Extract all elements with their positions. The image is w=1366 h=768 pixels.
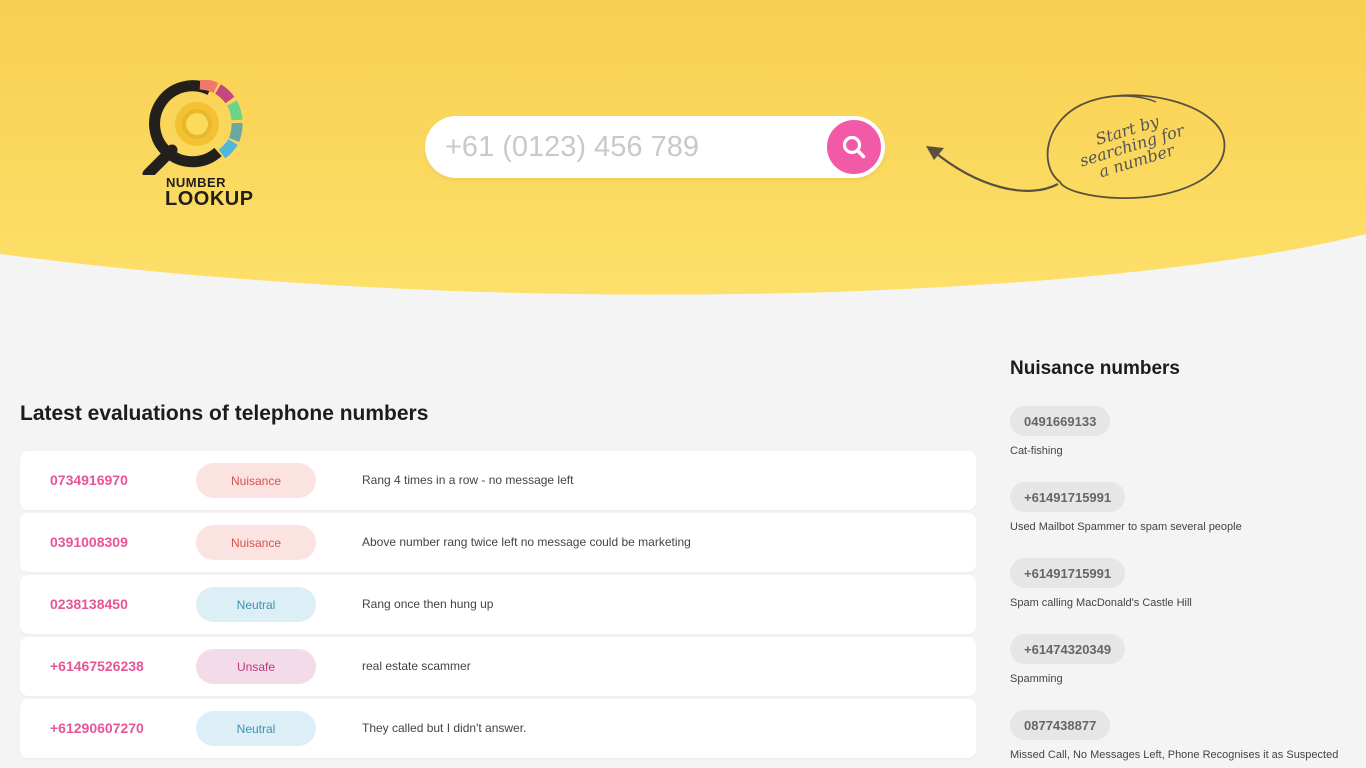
evaluation-row[interactable]: +61290607270 Neutral They called but I d… [20,699,976,758]
search-button[interactable] [825,118,883,176]
nuisance-item: 0491669133 Cat-fishing [1010,406,1355,482]
rating-badge: Neutral [196,711,316,746]
evaluation-number-link[interactable]: 0734916970 [50,472,128,488]
nuisance-numbers-list: 0491669133 Cat-fishing +61491715991 Used… [1010,406,1355,768]
rating-badge: Nuisance [196,525,316,560]
evaluation-row[interactable]: 0734916970 Nuisance Rang 4 times in a ro… [20,451,976,510]
nuisance-number-pill[interactable]: +61491715991 [1010,558,1126,588]
latest-evaluations-title: Latest evaluations of telephone numbers [20,402,429,425]
evaluation-comment: Rang once then hung up [362,597,494,611]
nuisance-number-pill[interactable]: 0877438877 [1010,710,1111,740]
evaluation-row[interactable]: 0238138450 Neutral Rang once then hung u… [20,575,976,634]
nuisance-description: Used Mailbot Spammer to spam several peo… [1010,521,1242,533]
nuisance-number-pill[interactable]: +61474320349 [1010,634,1126,664]
evaluation-row[interactable]: 0391008309 Nuisance Above number rang tw… [20,513,976,572]
rating-badge: Neutral [196,587,316,622]
nuisance-item: +61491715991 Spam calling MacDonald's Ca… [1010,558,1355,634]
phone-search-input[interactable] [445,126,815,168]
evaluation-number-link[interactable]: +61290607270 [50,720,144,736]
logo-text-lookup: LOOKUP [165,188,254,210]
evaluation-row[interactable]: +61467526238 Unsafe real estate scammer [20,637,976,696]
magnifier-logo-icon [142,78,243,180]
search-icon [842,135,866,159]
evaluation-number-link[interactable]: 0238138450 [50,596,128,612]
rating-badge: Nuisance [196,463,316,498]
rating-badge: Unsafe [196,649,316,684]
nuisance-item: +61474320349 Spamming [1010,634,1355,710]
evaluation-number-link[interactable]: 0391008309 [50,534,128,550]
nuisance-item: 0877438877 Missed Call, No Messages Left… [1010,710,1355,768]
nuisance-item: +61491715991 Used Mailbot Spammer to spa… [1010,482,1355,558]
nuisance-number-pill[interactable]: 0491669133 [1010,406,1111,436]
evaluation-comment: real estate scammer [362,659,471,673]
nuisance-description: Spamming [1010,673,1063,685]
nuisance-description: Cat-fishing [1010,445,1063,457]
nuisance-description: Missed Call, No Messages Left, Phone Rec… [1010,749,1339,761]
nuisance-numbers-title: Nuisance numbers [1010,358,1180,379]
evaluation-comment: Above number rang twice left no message … [362,535,691,549]
search-bar [425,116,885,178]
evaluation-comment: They called but I didn't answer. [362,721,527,735]
evaluation-number-link[interactable]: +61467526238 [50,658,144,674]
site-logo[interactable]: NUMBER LOOKUP [138,78,273,212]
nuisance-description: Spam calling MacDonald's Castle Hill [1010,597,1192,609]
evaluations-list: 0734916970 Nuisance Rang 4 times in a ro… [20,451,976,761]
nuisance-number-pill[interactable]: +61491715991 [1010,482,1126,512]
evaluation-comment: Rang 4 times in a row - no message left [362,473,574,487]
